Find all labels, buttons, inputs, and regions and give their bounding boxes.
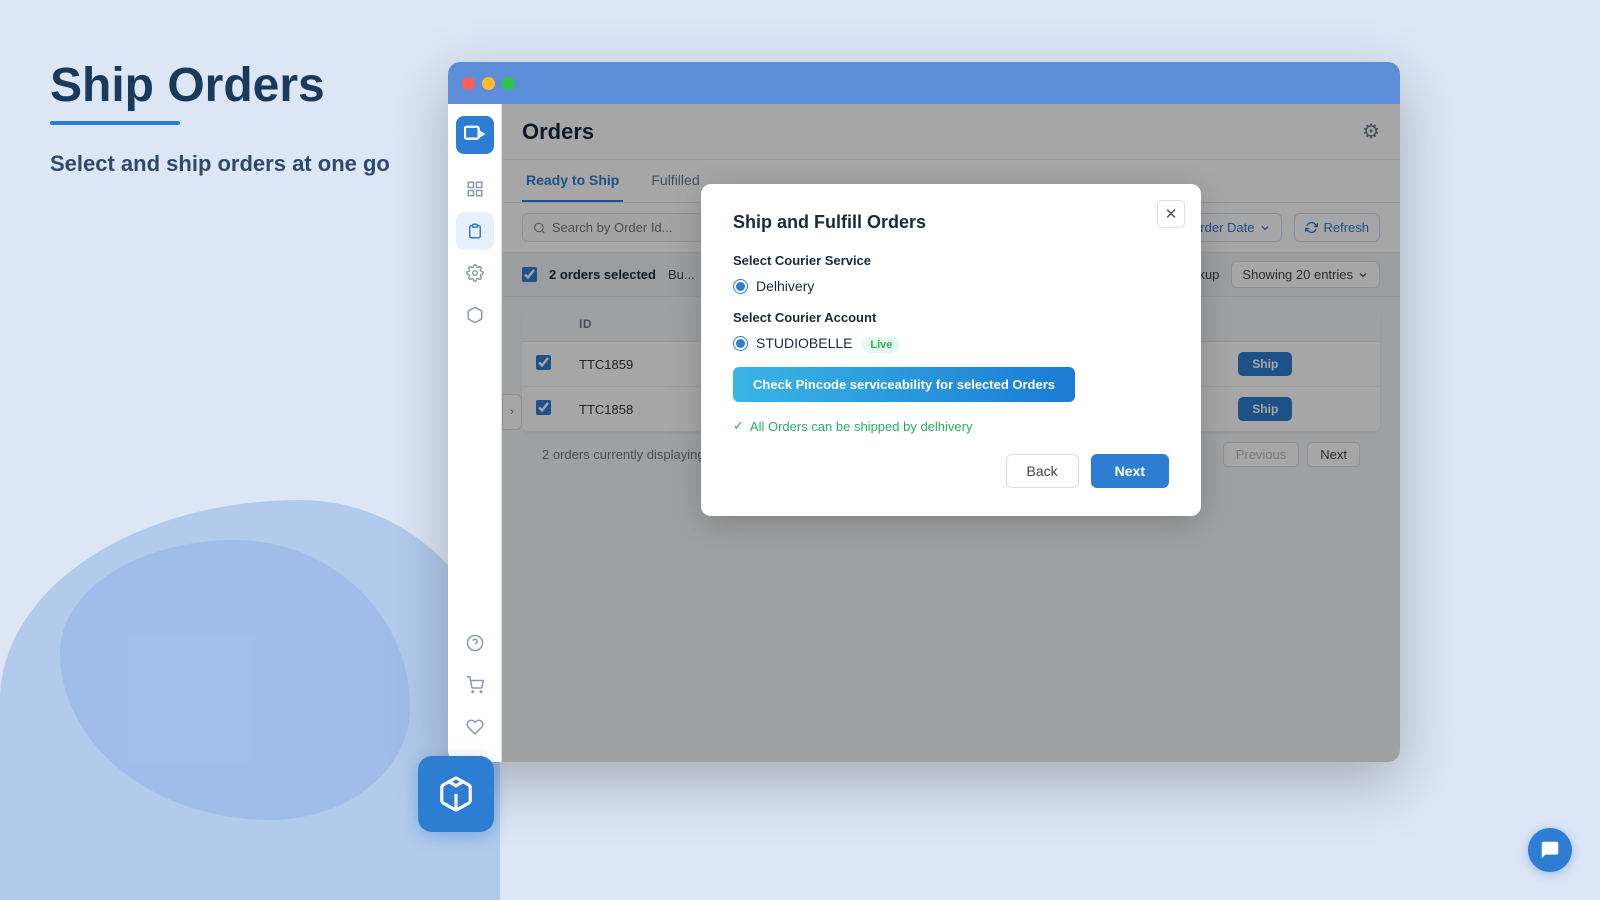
account-option-label: STUDIOBELLE Live (756, 335, 900, 351)
app-window: › Orders ⚙ Ready to Ship Fulfilled (448, 62, 1400, 762)
modal-close-btn[interactable]: ✕ (1157, 200, 1185, 228)
sidebar (448, 104, 502, 762)
sidebar-logo[interactable] (456, 116, 494, 154)
sidebar-bottom (456, 624, 494, 762)
sidebar-item-support[interactable] (456, 624, 494, 662)
courier-service-label: Select Courier Service (733, 253, 1169, 268)
title-bar (448, 62, 1400, 104)
sidebar-item-dashboard[interactable] (456, 170, 494, 208)
sidebar-item-returns[interactable] (456, 296, 494, 334)
tl-green[interactable] (502, 77, 515, 90)
courier-account-label: Select Courier Account (733, 310, 1169, 325)
content-area: Orders ⚙ Ready to Ship Fulfilled Shippin (502, 104, 1400, 762)
tl-yellow[interactable] (482, 77, 495, 90)
sidebar-item-wishlist[interactable] (456, 708, 494, 746)
courier-radio[interactable] (733, 279, 748, 294)
account-option-row: STUDIOBELLE Live (733, 335, 1169, 351)
account-radio[interactable] (733, 336, 748, 351)
left-panel: Ship Orders Select and ship orders at on… (0, 0, 440, 900)
sidebar-item-cart[interactable] (456, 666, 494, 704)
modal-title: Ship and Fulfill Orders (733, 212, 1169, 233)
back-btn[interactable]: Back (1006, 454, 1079, 488)
check-pincode-btn[interactable]: Check Pincode serviceability for selecte… (733, 367, 1075, 402)
main-title: Ship Orders (50, 60, 390, 113)
modal-overlay: Ship and Fulfill Orders ✕ Select Courier… (502, 104, 1400, 762)
modal-footer: Back Next (733, 454, 1169, 488)
chat-bubble[interactable] (1528, 828, 1572, 872)
sidebar-item-orders[interactable] (456, 212, 494, 250)
sidebar-item-settings[interactable] (456, 254, 494, 292)
checkmark-icon: ✓ (733, 418, 744, 434)
tl-red[interactable] (462, 77, 475, 90)
main-subtitle: Select and ship orders at one go (50, 149, 390, 180)
courier-option-row: Delhivery (733, 278, 1169, 294)
app-icon-svg (437, 775, 475, 813)
bottom-app-icon[interactable] (418, 756, 494, 832)
courier-option-label: Delhivery (756, 278, 814, 294)
title-underline (50, 121, 180, 125)
live-badge: Live (862, 337, 900, 353)
chat-icon (1539, 839, 1561, 861)
app-body: › Orders ⚙ Ready to Ship Fulfilled (448, 104, 1400, 762)
modal: Ship and Fulfill Orders ✕ Select Courier… (701, 184, 1201, 516)
success-message: ✓ All Orders can be shipped by delhivery (733, 418, 1169, 434)
next-btn-modal[interactable]: Next (1091, 454, 1169, 488)
